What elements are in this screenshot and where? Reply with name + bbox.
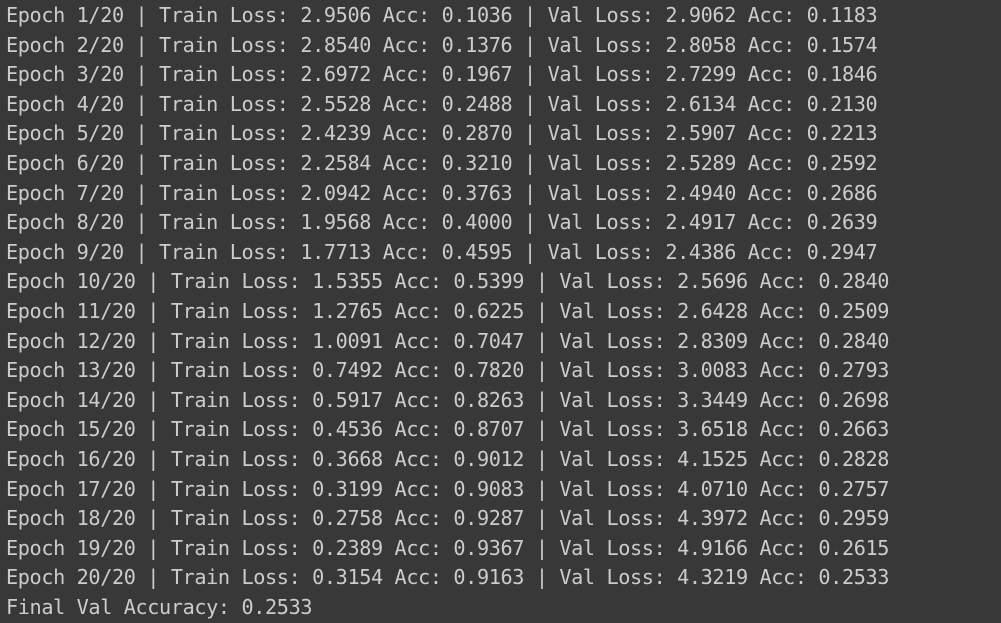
output-line-epoch-12: Epoch 12/20 | Train Loss: 1.0091 Acc: 0.… [6, 328, 890, 353]
output-line-epoch-19: Epoch 19/20 | Train Loss: 0.2389 Acc: 0.… [6, 535, 890, 560]
output-line-epoch-5: Epoch 5/20 | Train Loss: 2.4239 Acc: 0.2… [6, 121, 878, 146]
output-line-epoch-14: Epoch 14/20 | Train Loss: 0.5917 Acc: 0.… [6, 387, 890, 412]
output-line-epoch-13: Epoch 13/20 | Train Loss: 0.7492 Acc: 0.… [6, 358, 890, 383]
output-line-epoch-4: Epoch 4/20 | Train Loss: 2.5528 Acc: 0.2… [6, 91, 878, 116]
training-output-console: Epoch 1/20 | Train Loss: 2.9506 Acc: 0.1… [0, 1, 1001, 623]
output-line-epoch-6: Epoch 6/20 | Train Loss: 2.2584 Acc: 0.3… [6, 150, 878, 175]
output-line-epoch-16: Epoch 16/20 | Train Loss: 0.3668 Acc: 0.… [6, 446, 890, 471]
output-line-epoch-1: Epoch 1/20 | Train Loss: 2.9506 Acc: 0.1… [6, 3, 878, 27]
output-line-epoch-20: Epoch 20/20 | Train Loss: 0.3154 Acc: 0.… [6, 565, 890, 590]
output-line-epoch-10: Epoch 10/20 | Train Loss: 1.5355 Acc: 0.… [6, 269, 890, 294]
output-line-epoch-18: Epoch 18/20 | Train Loss: 0.2758 Acc: 0.… [6, 506, 890, 531]
output-line-epoch-8: Epoch 8/20 | Train Loss: 1.9568 Acc: 0.4… [6, 210, 878, 235]
output-line-epoch-3: Epoch 3/20 | Train Loss: 2.6972 Acc: 0.1… [6, 62, 878, 87]
output-line-epoch-17: Epoch 17/20 | Train Loss: 0.3199 Acc: 0.… [6, 476, 890, 501]
output-line-epoch-11: Epoch 11/20 | Train Loss: 1.2765 Acc: 0.… [6, 298, 890, 323]
output-line-epoch-15: Epoch 15/20 | Train Loss: 0.4536 Acc: 0.… [6, 417, 890, 442]
output-line-final-accuracy: Final Val Accuracy: 0.2533 [6, 594, 313, 619]
output-line-epoch-9: Epoch 9/20 | Train Loss: 1.7713 Acc: 0.4… [6, 239, 878, 264]
output-line-epoch-2: Epoch 2/20 | Train Loss: 2.8540 Acc: 0.1… [6, 32, 878, 57]
output-line-epoch-7: Epoch 7/20 | Train Loss: 2.0942 Acc: 0.3… [6, 180, 878, 205]
